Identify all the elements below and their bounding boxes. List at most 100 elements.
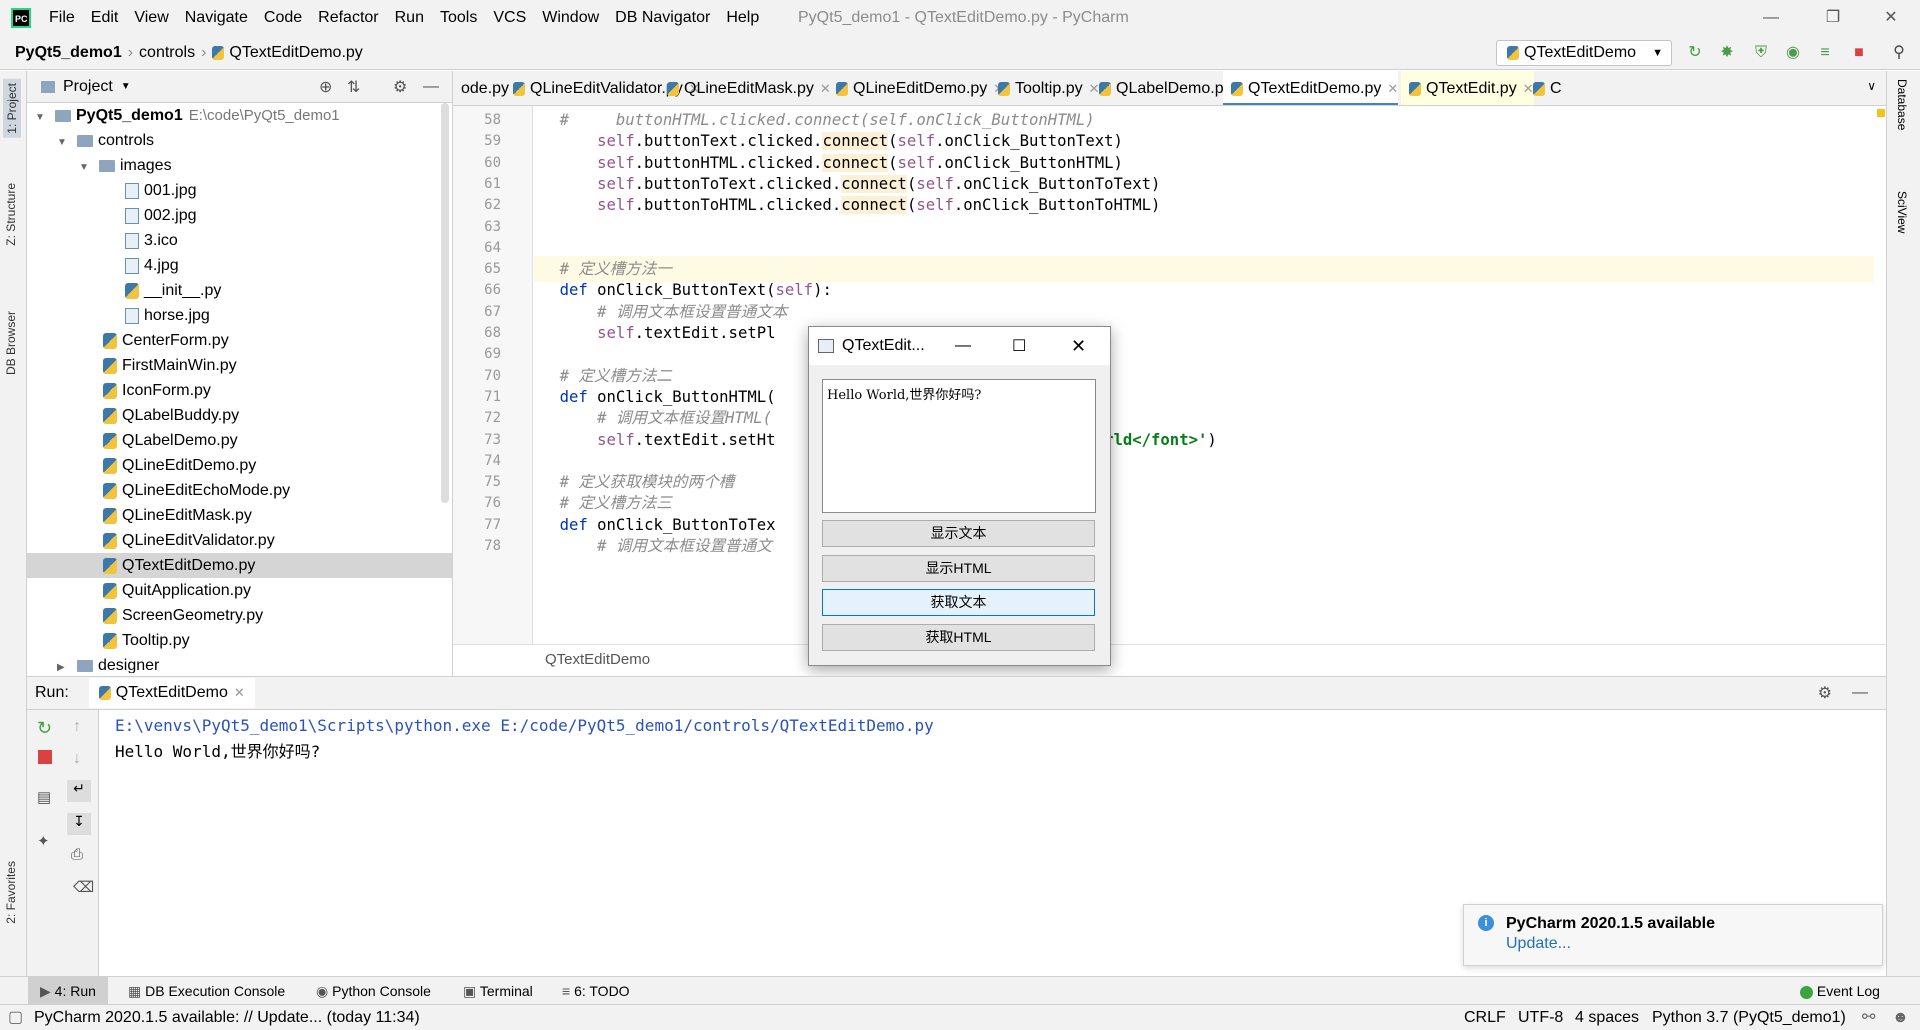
tree-item[interactable]: 002.jpg — [27, 203, 452, 228]
concurrency-icon[interactable]: ≡ — [1816, 44, 1834, 62]
editor-breadcrumb[interactable]: QTextEditDemo — [453, 644, 1886, 674]
tool-tab-sciview[interactable]: SciView — [1895, 191, 1909, 233]
editor-tab[interactable]: Tooltip.py ✕ — [990, 71, 1100, 105]
tree-item[interactable]: __init__.py — [27, 278, 452, 303]
run-tab[interactable]: QTextEditDemo ✕ — [88, 678, 255, 708]
editor-tab[interactable]: QTextEditDemo.py ✕ — [1223, 71, 1399, 105]
show-text-button[interactable]: 显示文本 — [822, 520, 1095, 547]
text-edit[interactable]: Hello World,世界你好吗? — [822, 379, 1096, 513]
gear-icon[interactable]: ⚙ — [1818, 683, 1832, 703]
scrollbar[interactable] — [441, 103, 449, 503]
close-icon[interactable]: ✕ — [234, 685, 245, 701]
run-configuration-select[interactable]: QTextEditDemo ▼ — [1496, 40, 1672, 66]
tree-item[interactable]: QLineEditMask.py — [27, 503, 452, 528]
code-editor[interactable]: # buttonHTML.clicked.connect(self.onClic… — [534, 106, 1886, 644]
close-icon[interactable]: ✕ — [1387, 81, 1398, 96]
tree-item[interactable]: horse.jpg — [27, 303, 452, 328]
tree-item[interactable]: CenterForm.py — [27, 328, 452, 353]
update-link[interactable]: Update... — [1506, 935, 1882, 953]
editor-tab[interactable]: QLineEditMask.py ✕ — [659, 71, 831, 105]
tree-item[interactable]: FirstMainWin.py — [27, 353, 452, 378]
tool-tab-todo[interactable]: ≡ 6: TODO — [562, 977, 630, 1005]
arrow-down-icon[interactable]: ↓ — [73, 750, 81, 768]
menu-item-code[interactable]: Code — [256, 9, 310, 27]
run-icon[interactable]: ↻ — [1686, 44, 1704, 62]
maximize-icon[interactable]: ☐ — [1012, 336, 1026, 356]
tree-item[interactable]: 3.ico — [27, 228, 452, 253]
tab-list-chevron-icon[interactable]: ∨ — [1867, 79, 1876, 93]
coverage-icon[interactable]: ⛨ — [1752, 44, 1770, 62]
nav-crumb-folder[interactable]: controls — [139, 44, 195, 62]
tool-tab-python-console[interactable]: ◉ Python Console — [316, 977, 431, 1005]
tool-tab-project[interactable]: 1: Project — [3, 79, 21, 138]
menu-item-navigate[interactable]: Navigate — [177, 9, 256, 27]
nav-crumb-project[interactable]: PyQt5_demo1 — [15, 44, 122, 62]
stop-icon[interactable]: ■ — [1850, 44, 1868, 62]
tool-tab-event-log[interactable]: Event Log — [1800, 977, 1880, 1005]
trash-icon[interactable]: ⌫ — [73, 878, 94, 896]
status-message[interactable]: PyCharm 2020.1.5 available: // Update...… — [34, 1005, 420, 1030]
tree-item[interactable]: 001.jpg — [27, 178, 452, 203]
tree-item[interactable]: IconForm.py — [27, 378, 452, 403]
menu-item-window[interactable]: Window — [534, 9, 607, 27]
code-line[interactable]: # 调用文本框设置普通文 — [534, 533, 1874, 559]
tree-item[interactable]: 4.jpg — [27, 253, 452, 278]
tree-item[interactable]: QuitApplication.py — [27, 578, 452, 603]
menu-item-file[interactable]: File — [41, 9, 83, 27]
chevron-down-icon[interactable]: ▼ — [79, 155, 93, 180]
menu-item-help[interactable]: Help — [718, 9, 767, 27]
tree-item[interactable]: ▼ images — [27, 153, 452, 178]
tree-item[interactable]: QLineEditValidator.py — [27, 528, 452, 553]
profile-icon[interactable]: ◉ — [1784, 44, 1802, 62]
get-html-button[interactable]: 获取HTML — [822, 624, 1095, 651]
editor-tab[interactable]: QLineEditDemo.py✕ — [828, 71, 1004, 105]
minimize-icon[interactable]: — — [1748, 6, 1794, 30]
file-encoding[interactable]: UTF-8 — [1518, 1005, 1563, 1030]
menu-item-vcs[interactable]: VCS — [485, 9, 534, 27]
python-interpreter[interactable]: Python 3.7 (PyQt5_demo1) — [1652, 1005, 1846, 1030]
tree-item[interactable]: QLabelBuddy.py — [27, 403, 452, 428]
tool-tab-database[interactable]: Database — [1895, 79, 1909, 130]
menu-item-edit[interactable]: Edit — [83, 9, 127, 27]
tool-tab-run[interactable]: ▶ 4: Run — [28, 977, 108, 1005]
restore-icon[interactable]: ❐ — [1810, 6, 1856, 30]
menu-item-tools[interactable]: Tools — [432, 9, 485, 27]
close-icon[interactable]: ✕ — [1071, 336, 1086, 357]
menu-item-refactor[interactable]: Refactor — [310, 9, 386, 27]
arrow-up-icon[interactable]: ↑ — [73, 718, 81, 736]
search-icon[interactable]: ⚲ — [1890, 44, 1908, 62]
tool-tab-db-console[interactable]: ▦ DB Execution Console — [128, 977, 285, 1005]
tree-item[interactable]: Tooltip.py — [27, 628, 452, 653]
tree-item[interactable]: QLineEditDemo.py — [27, 453, 452, 478]
hide-icon[interactable]: — — [1852, 684, 1868, 702]
tool-tab-db-browser[interactable]: DB Browser — [4, 311, 18, 375]
show-html-button[interactable]: 显示HTML — [822, 555, 1095, 582]
hide-icon[interactable]: — — [423, 78, 439, 96]
chevron-down-icon[interactable]: ▼ — [35, 105, 49, 130]
soft-wrap-icon[interactable]: ↵ — [67, 780, 91, 802]
indent-setting[interactable]: 4 spaces — [1575, 1005, 1639, 1030]
editor-tab[interactable]: C — [1525, 71, 1562, 105]
menu-item-view[interactable]: View — [126, 9, 176, 27]
tool-tab-favorites[interactable]: 2: Favorites — [4, 861, 18, 924]
rerun-icon[interactable]: ↻ — [37, 718, 52, 739]
tree-item[interactable]: QTextEditDemo.py — [27, 553, 452, 578]
warning-marker[interactable] — [1877, 109, 1885, 117]
collapse-all-icon[interactable]: ⇅ — [347, 77, 360, 97]
minimize-icon[interactable]: — — [955, 337, 971, 355]
tree-item[interactable]: ▼ PyQt5_demo1 E:\code\PyQt5_demo1 — [27, 103, 452, 128]
tree-item[interactable]: ▼ controls — [27, 128, 452, 153]
locate-icon[interactable]: ⊕ — [319, 77, 332, 97]
stop-icon[interactable] — [38, 750, 52, 764]
tree-item[interactable]: QLabelDemo.py — [27, 428, 452, 453]
project-view-select[interactable]: Project — [63, 78, 113, 96]
menu-item-db-navigator[interactable]: DB Navigator — [607, 9, 718, 27]
scroll-to-end-icon[interactable]: ↧ — [67, 813, 91, 835]
line-separator[interactable]: CRLF — [1464, 1005, 1506, 1030]
chevron-right-icon[interactable]: ▶ — [57, 655, 71, 673]
menu-item-run[interactable]: Run — [387, 9, 432, 27]
tool-tab-terminal[interactable]: ▣ Terminal — [463, 977, 533, 1005]
status-toggle-icon[interactable]: ▢ — [8, 1005, 23, 1030]
editor-tab[interactable]: QTextEdit.py ✕ — [1401, 71, 1534, 105]
chevron-down-icon[interactable]: ▼ — [121, 81, 131, 92]
